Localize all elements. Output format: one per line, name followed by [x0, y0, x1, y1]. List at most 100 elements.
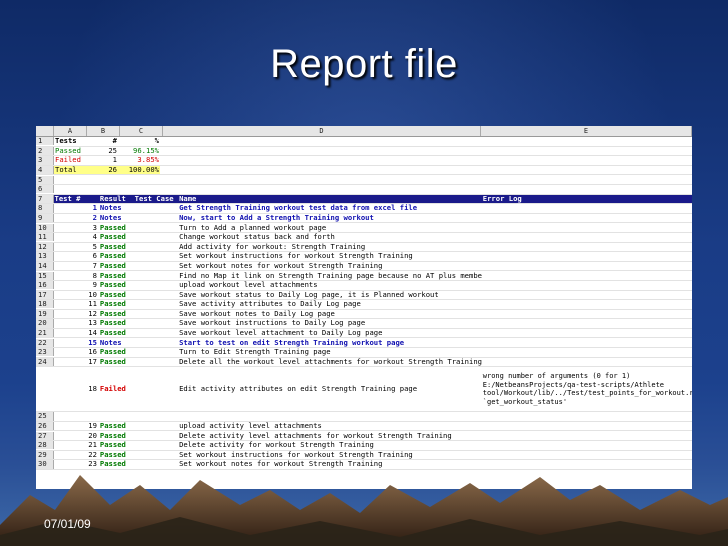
test-result: Passed [99, 223, 126, 232]
result-header: Result [99, 194, 126, 203]
row-number: 12 [36, 242, 54, 251]
summary-label: Total [54, 165, 86, 175]
blank-row: 5 [36, 175, 692, 185]
test-result: Passed [99, 271, 126, 280]
test-number: 19 [88, 422, 97, 431]
mountain-landscape [0, 475, 728, 546]
test-name: Turn to Add a planned workout page [179, 223, 327, 232]
test-result: Failed [99, 385, 126, 394]
test-number: 5 [92, 242, 97, 251]
summary-row-failed: 3 Failed 1 3.85% [36, 156, 692, 166]
row-number: 1 [36, 137, 54, 146]
error-line: `get_workout_status' [482, 397, 568, 406]
test-name: Set workout instructions for workout Str… [179, 252, 413, 261]
test-number: 14 [88, 329, 97, 338]
test-number: 7 [92, 261, 97, 270]
table-row: 18 11 Passed Save activity attributes to Da… [36, 300, 692, 310]
table-row: 15 8 Passed Find no Map it link on Strength… [36, 271, 692, 281]
table-row: 16 9 Passed upload workout level attachment… [36, 281, 692, 291]
column-header-row: A B C D E [36, 126, 692, 137]
test-result: Passed [99, 319, 126, 328]
row-number: 19 [36, 309, 54, 319]
summary-percent-header: % [154, 137, 159, 146]
test-name: Turn to Edit Strength Training page [179, 348, 331, 357]
table-row: 11 4 Passed Change workout status back and … [36, 233, 692, 243]
row-number: 4 [36, 165, 54, 175]
test-name: Set workout notes for workout Strength T… [179, 261, 383, 270]
test-result: Notes [99, 213, 122, 222]
test-name: Change workout status back and forth [179, 233, 335, 242]
test-number: 11 [88, 300, 97, 309]
test-number: 13 [88, 319, 97, 328]
test-name: Delete all the workout level attachments… [179, 357, 482, 366]
test-number: 4 [92, 233, 97, 242]
row-number: 16 [36, 281, 54, 290]
summary-label-header: Tests [55, 137, 77, 146]
test-name: Add activity for workout: Strength Train… [179, 242, 366, 251]
test-name: Save workout level attachment to Daily L… [179, 329, 383, 338]
summary-label: Failed [55, 156, 81, 165]
table-row: 23 16 Passed Turn to Edit Strength Training… [36, 348, 692, 358]
row-number: 18 [36, 300, 54, 309]
row-number: 11 [36, 233, 54, 242]
test-result: Passed [99, 261, 126, 270]
row-number: 14 [36, 261, 54, 271]
test-result: Passed [99, 431, 126, 440]
row-number: 7 [36, 194, 54, 203]
row-number: 25 [36, 412, 54, 421]
test-name: Find no Map it link on Strength Training… [179, 271, 482, 280]
row-number: 22 [36, 338, 54, 347]
summary-row-total: 4 Total 26 100.00% [36, 165, 692, 176]
test-name: upload workout level attachments [179, 281, 318, 290]
table-row: 12 5 Passed Add activity for workout: Stren… [36, 242, 692, 253]
test-name: Start to test on edit Strength Training … [179, 338, 405, 347]
table-row: 21 14 Passed Save workout level attachment … [36, 329, 692, 339]
row-number: 2 [36, 146, 54, 155]
table-row: 28 21 Passed Delete activity for workout St… [36, 441, 692, 451]
test-result: Passed [99, 309, 126, 318]
test-name: upload activity level attachments [179, 422, 322, 431]
name-header: Name [179, 194, 197, 203]
table-row: 27 20 Passed Delete activity level attachme… [36, 431, 692, 442]
row-number: 24 [36, 357, 54, 367]
table-header-row: 7 Test # Result Test Case Name Error Log [36, 194, 692, 205]
test-number: 21 [88, 441, 97, 450]
summary-count-header: # [112, 137, 117, 146]
test-number: 10 [88, 290, 97, 299]
row-number: 27 [36, 431, 54, 440]
test-name: Delete activity level attachments for wo… [179, 431, 452, 440]
table-row: 24 17 Passed Delete all the workout level a… [36, 357, 692, 368]
test-number: 12 [88, 309, 97, 318]
error-log-header: Error Log [482, 194, 522, 203]
slide-date: 07/01/09 [44, 517, 91, 531]
row-number: 8 [36, 204, 54, 213]
summary-count: 1 [112, 156, 117, 165]
table-row: 8 1 Notes Get Strength Training workout tes… [36, 204, 692, 214]
test-name: Save workout instructions to Daily Log p… [179, 319, 366, 328]
test-number: 8 [92, 271, 97, 280]
test-number: 17 [88, 357, 97, 366]
error-line: wrong number of arguments (0 for 1) [482, 372, 631, 381]
test-result: Passed [99, 252, 126, 261]
test-result: Passed [99, 242, 126, 251]
test-name: Save workout notes to Daily Log page [179, 309, 335, 318]
test-result: Passed [99, 233, 126, 242]
test-result: Passed [99, 329, 126, 338]
column-header-a: A [54, 126, 87, 136]
table-row: 10 3 Passed Turn to Add a planned workout p… [36, 223, 692, 233]
test-number: 9 [92, 281, 97, 290]
summary-count: 26 [86, 165, 118, 175]
table-row: 14 7 Passed Set workout notes for workout S… [36, 261, 692, 272]
summary-percent: 100.00% [118, 165, 160, 175]
test-result: Passed [99, 357, 126, 366]
test-number: 3 [92, 223, 97, 232]
row-number: 17 [36, 290, 54, 299]
table-row: 9 2 Notes Now, start to Add a Strength Trai… [36, 213, 692, 224]
test-name: Edit activity attributes on edit Strengt… [179, 385, 418, 394]
test-result: Passed [99, 290, 126, 299]
table-row: 13 6 Passed Set workout instructions for wo… [36, 252, 692, 262]
blank-row: 25 [36, 412, 692, 422]
test-name: Now, start to Add a Strength Training wo… [179, 213, 374, 222]
test-name: Save workout status to Daily Log page, i… [179, 290, 439, 299]
test-result: Notes [99, 338, 122, 347]
